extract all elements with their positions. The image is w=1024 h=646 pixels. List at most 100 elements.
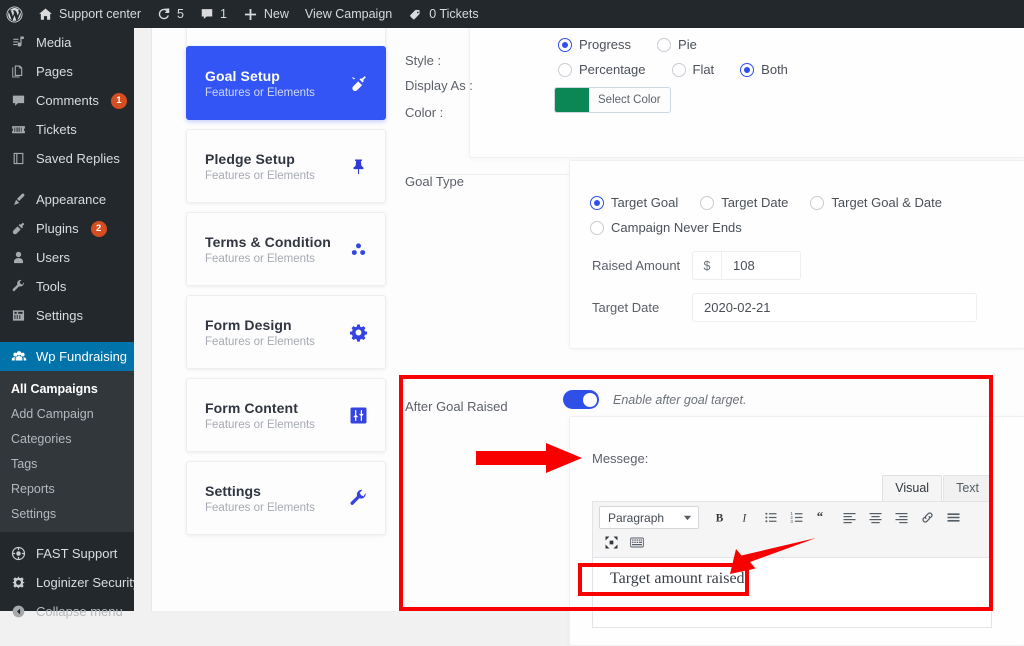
- radio-display-both[interactable]: Both: [740, 62, 788, 77]
- svg-text:I: I: [741, 512, 747, 524]
- radio-style-progress[interactable]: Progress: [558, 37, 631, 52]
- radio-label-both: Both: [761, 62, 788, 77]
- radio-dot-target-date: [700, 195, 715, 210]
- radio-target-goal[interactable]: Target Goal: [590, 195, 678, 210]
- tab-terms-condition[interactable]: Terms & Condition Features or Elements: [186, 212, 386, 286]
- radio-display-percentage[interactable]: Percentage: [558, 62, 646, 77]
- adminbar-view-campaign[interactable]: View Campaign: [297, 0, 400, 28]
- after-goal-toggle-hint: Enable after goal target.: [613, 392, 747, 407]
- tab-terms-condition-title: Terms & Condition: [205, 233, 331, 250]
- sidebar-label-tickets: Tickets: [36, 122, 77, 137]
- sidebar-item-appearance[interactable]: Appearance: [0, 185, 134, 214]
- after-goal-toggle[interactable]: [563, 390, 599, 409]
- sidebar-divider-2: [0, 330, 134, 342]
- tab-goal-setup[interactable]: Goal Setup Features or Elements: [186, 46, 386, 120]
- radio-target-goal-and-date[interactable]: Target Goal & Date: [810, 195, 942, 210]
- book-icon: [10, 151, 27, 166]
- adminbar-new-content[interactable]: New: [235, 0, 297, 28]
- radio-campaign-never-ends[interactable]: Campaign Never Ends: [590, 220, 742, 235]
- blockquote-icon[interactable]: “: [811, 506, 835, 529]
- radio-dot-percentage: [558, 62, 572, 77]
- submenu-item-settings[interactable]: Settings: [0, 501, 134, 526]
- submenu-item-add-campaign[interactable]: Add Campaign: [0, 401, 134, 426]
- editor-mode-tabs: Visual Text: [592, 475, 992, 501]
- tab-pledge-setup-title: Pledge Setup: [205, 150, 295, 167]
- read-more-icon[interactable]: [941, 506, 965, 529]
- svg-text:B: B: [715, 512, 723, 524]
- link-icon[interactable]: [915, 506, 939, 529]
- align-center-icon[interactable]: [863, 506, 887, 529]
- format-select-value: Paragraph: [608, 510, 665, 525]
- plug-icon: [345, 74, 371, 93]
- tab-settings[interactable]: Settings Features or Elements: [186, 461, 386, 535]
- radio-label-campaign-never-ends: Campaign Never Ends: [611, 220, 742, 235]
- format-select[interactable]: Paragraph: [599, 506, 699, 529]
- editor-tab-text[interactable]: Text: [943, 475, 992, 501]
- submenu-label-tags: Tags: [11, 456, 38, 471]
- adminbar-site-name[interactable]: Support center: [30, 0, 149, 28]
- plus-icon: [243, 7, 258, 22]
- numbered-list-icon[interactable]: 123: [785, 506, 809, 529]
- tab-pledge-setup[interactable]: Pledge Setup Features or Elements: [186, 129, 386, 203]
- radio-style-pie[interactable]: Pie: [657, 37, 697, 52]
- sidebar-item-users[interactable]: Users: [0, 243, 134, 272]
- align-left-icon[interactable]: [837, 506, 861, 529]
- submenu-item-all-campaigns[interactable]: All Campaigns: [0, 376, 134, 401]
- radio-target-date[interactable]: Target Date: [700, 195, 788, 210]
- sidebar-submenu: All Campaigns Add Campaign Categories Ta…: [0, 371, 134, 532]
- sidebar-item-media[interactable]: Media: [0, 28, 134, 57]
- sidebar-item-plugins[interactable]: Plugins 2: [0, 214, 134, 243]
- target-date-input[interactable]: 2020-02-21: [692, 293, 977, 322]
- submenu-item-tags[interactable]: Tags: [0, 451, 134, 476]
- annotation-arrow-message: [476, 441, 584, 475]
- keyboard-shortcuts-icon[interactable]: [625, 531, 649, 554]
- bulleted-list-icon[interactable]: [759, 506, 783, 529]
- after-goal-raised-label: After Goal Raised: [405, 399, 508, 414]
- message-label: Messege:: [592, 451, 649, 466]
- adminbar-comments[interactable]: 1: [192, 0, 235, 28]
- sidebar-item-pages[interactable]: Pages: [0, 57, 134, 86]
- sidebar-item-settings[interactable]: Settings: [0, 301, 134, 330]
- fundraising-icon: [10, 349, 27, 365]
- tab-form-design-subtitle: Features or Elements: [205, 335, 315, 348]
- adminbar-wordpress-logo[interactable]: [0, 0, 30, 28]
- sidebar-item-fast-support[interactable]: FAST Support: [0, 539, 134, 568]
- sidebar-label-plugins: Plugins: [36, 221, 79, 236]
- sidebar-label-users: Users: [36, 250, 70, 265]
- radio-display-flat[interactable]: Flat: [671, 62, 714, 77]
- adminbar-updates[interactable]: 5: [149, 0, 192, 28]
- tab-form-design[interactable]: Form Design Features or Elements: [186, 295, 386, 369]
- bold-icon[interactable]: B: [707, 506, 731, 529]
- fullscreen-icon[interactable]: [599, 531, 623, 554]
- sidebar-item-tools[interactable]: Tools: [0, 272, 134, 301]
- submenu-item-reports[interactable]: Reports: [0, 476, 134, 501]
- tab-form-content[interactable]: Form Content Features or Elements: [186, 378, 386, 452]
- sidebar-item-loginizer-security[interactable]: Loginizer Security: [0, 568, 139, 597]
- plugins-badge: 2: [90, 220, 107, 237]
- target-date-row: Target Date 2020-02-21: [592, 293, 1012, 322]
- select-color-button[interactable]: Select Color: [589, 88, 670, 112]
- style-label: Style :: [405, 53, 442, 68]
- align-right-icon[interactable]: [889, 506, 913, 529]
- sidebar-item-comments[interactable]: Comments 1: [0, 86, 134, 115]
- editor-tab-visual[interactable]: Visual: [882, 475, 943, 501]
- main-area: Goal Setup Features or Elements Pledge S…: [134, 0, 1024, 646]
- tickets-icon: [10, 122, 27, 137]
- submenu-item-categories[interactable]: Categories: [0, 426, 134, 451]
- color-picker[interactable]: Select Color: [554, 87, 671, 117]
- tab-settings-title: Settings: [205, 482, 262, 499]
- sidebar-item-tickets[interactable]: Tickets: [0, 115, 134, 144]
- sidebar-item-wp-fundraising[interactable]: Wp Fundraising: [0, 342, 142, 371]
- color-swatch: [555, 88, 589, 112]
- radio-label-pie: Pie: [678, 37, 697, 52]
- raised-amount-input[interactable]: 108: [721, 251, 801, 280]
- sidebar-item-collapse-menu[interactable]: Collapse menu: [0, 597, 134, 626]
- adminbar-tickets[interactable]: 0 Tickets: [400, 0, 486, 28]
- italic-icon[interactable]: I: [733, 506, 757, 529]
- radio-dot-campaign-never-ends: [590, 220, 604, 235]
- tab-goal-setup-title: Goal Setup: [205, 67, 280, 84]
- sidebar-label-wp-fundraising: Wp Fundraising: [36, 349, 128, 364]
- goal-type-panel: Target Goal Target Date Target Goal & Da…: [569, 160, 1024, 349]
- sidebar-item-saved-replies[interactable]: Saved Replies: [0, 144, 134, 173]
- sidebar-divider-1: [0, 173, 134, 185]
